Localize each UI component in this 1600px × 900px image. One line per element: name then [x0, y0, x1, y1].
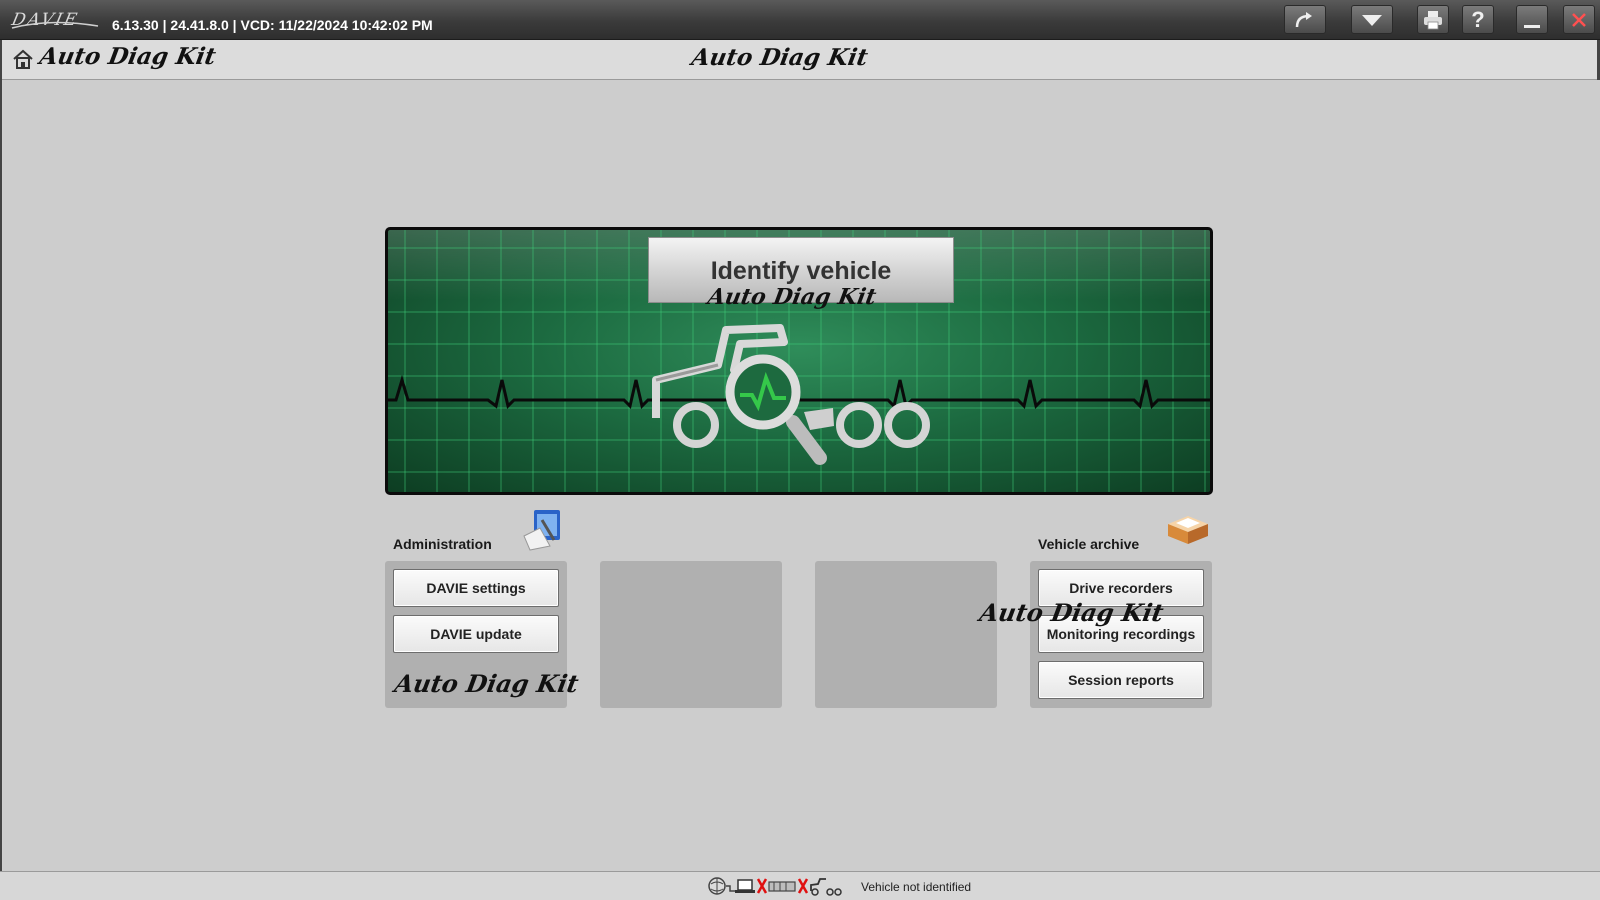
redo-arrow-icon	[1295, 11, 1312, 27]
close-button[interactable]	[1563, 5, 1595, 34]
vehicle-archive-label: Vehicle archive	[1038, 536, 1140, 552]
logo-swoosh-icon	[11, 21, 99, 29]
archive-box-icon	[1168, 516, 1208, 544]
dropdown-triangle-icon	[1362, 14, 1382, 26]
dropdown-button[interactable]	[1351, 5, 1393, 34]
minimize-button[interactable]	[1516, 5, 1548, 34]
davie-update-button[interactable]: DAVIE update	[393, 615, 559, 653]
printer-icon	[1424, 10, 1442, 29]
title-bar: DAVIE 6.13.30 | 24.41.8.0 | VCD: 11/22/2…	[0, 0, 1600, 40]
laptop-icon	[735, 879, 755, 893]
close-icon	[1572, 12, 1586, 27]
minimize-icon	[1524, 24, 1540, 28]
page-title: Auto Diag Kit	[689, 44, 870, 71]
vehicle-archive-panel: Drive recorders Monitoring recordings Se…	[1030, 561, 1212, 708]
empty-panel-1	[600, 561, 782, 708]
vci-icon	[768, 881, 796, 892]
redo-button[interactable]	[1284, 5, 1326, 34]
watermark-text: Auto Diag Kit	[392, 669, 581, 698]
administration-label: Administration	[393, 536, 492, 552]
vehicle-status-text: Vehicle not identified	[861, 880, 972, 894]
truck-small-icon	[810, 878, 842, 896]
print-button[interactable]	[1417, 5, 1449, 34]
disconnected-x-icon	[797, 878, 809, 894]
empty-panel-2	[815, 561, 997, 708]
identify-vehicle-panel[interactable]: Identify vehicle Auto Diag Kit	[385, 227, 1213, 495]
session-reports-button[interactable]: Session reports	[1038, 661, 1204, 699]
admin-tools-icon	[523, 510, 560, 551]
breadcrumb-title: Auto Diag Kit	[37, 43, 218, 70]
davie-settings-button[interactable]: DAVIE settings	[393, 569, 559, 607]
status-bar: Vehicle not identified	[0, 871, 1600, 900]
disconnected-x-icon	[756, 878, 768, 894]
watermark-text: Auto Diag Kit	[705, 284, 879, 310]
globe-icon	[708, 877, 726, 895]
home-icon[interactable]	[12, 48, 34, 70]
help-button[interactable]: ?	[1462, 5, 1494, 34]
window-border-left	[0, 40, 2, 899]
watermark-text: Auto Diag Kit	[977, 598, 1166, 627]
version-info: 6.13.30 | 24.41.8.0 | VCD: 11/22/2024 10…	[112, 17, 433, 33]
help-icon: ?	[1471, 6, 1485, 32]
breadcrumb: Auto Diag Kit Auto Diag Kit	[0, 40, 1600, 80]
connection-status-icons	[708, 877, 842, 896]
